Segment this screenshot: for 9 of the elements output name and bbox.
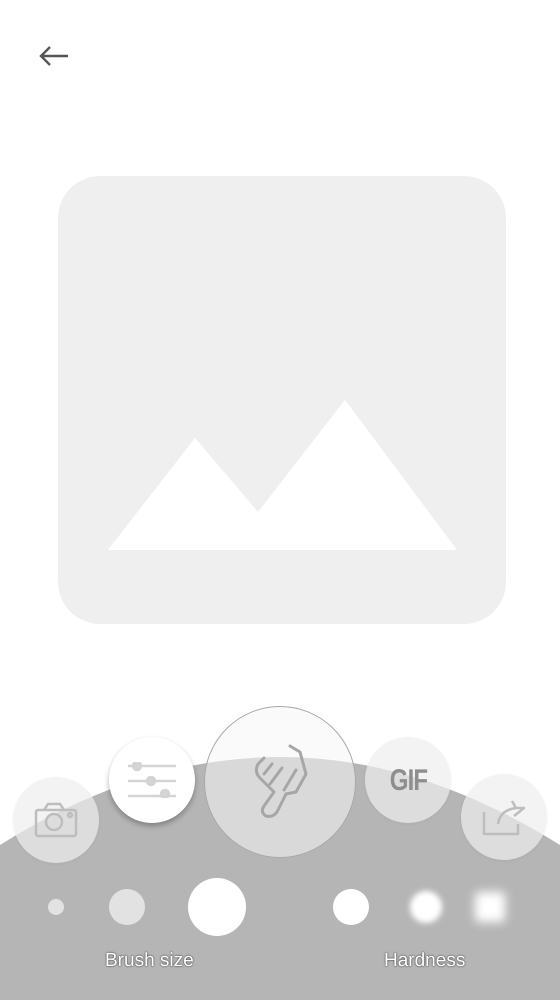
brush-size-label: Brush size	[105, 949, 194, 973]
hardness-label: Hardness	[384, 949, 466, 973]
back-arrow-icon	[38, 45, 70, 67]
gif-tool-button[interactable]: GIF	[365, 737, 451, 823]
sliders-icon	[127, 762, 177, 798]
hardness-option[interactable]	[475, 892, 505, 922]
camera-icon	[34, 802, 78, 838]
share-icon	[482, 798, 526, 836]
adjust-tool-button[interactable]	[109, 737, 195, 823]
